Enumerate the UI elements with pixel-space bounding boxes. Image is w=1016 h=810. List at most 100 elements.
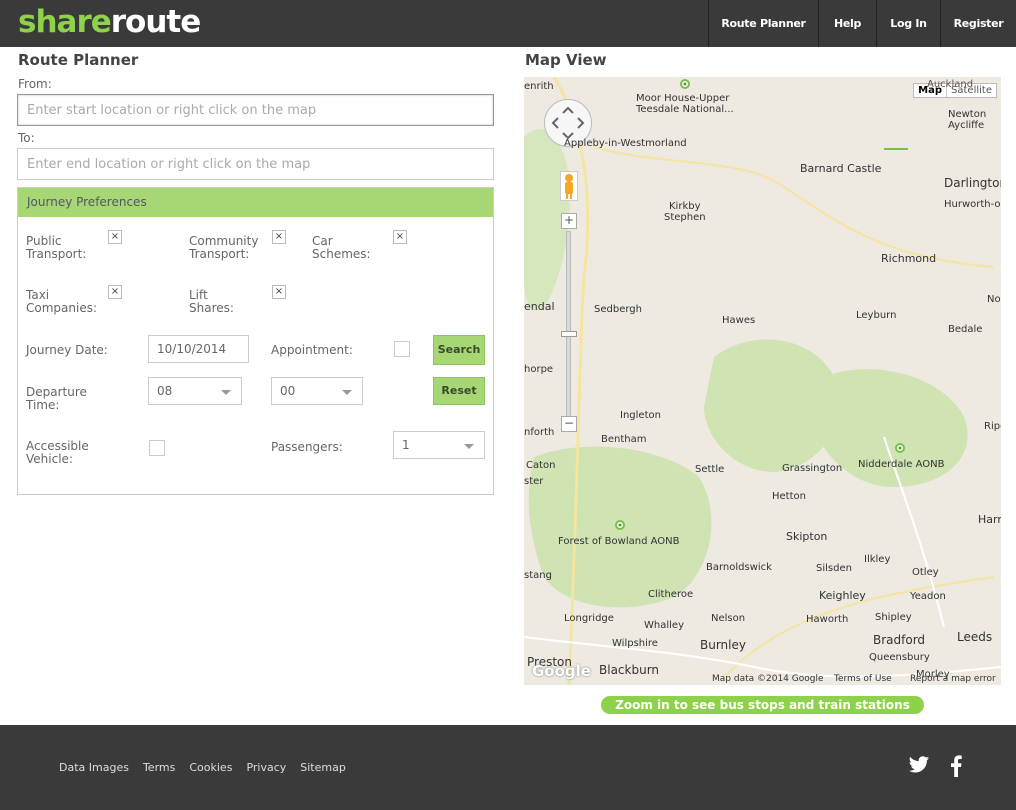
map-label: Kirkby xyxy=(669,201,701,212)
map-label: Bedale xyxy=(948,324,983,335)
route-planner-title: Route Planner xyxy=(18,51,139,69)
departure-minute-select[interactable]: 00 xyxy=(271,377,363,405)
appointment-checkbox[interactable] xyxy=(394,341,410,357)
map-label: Yeadon xyxy=(910,591,946,602)
departure-hour-value: 08 xyxy=(157,384,173,398)
map-label: Nelson xyxy=(711,613,746,624)
map-label: Aycliffe xyxy=(948,120,985,131)
journey-preferences-panel: Journey Preferences Public Transport: × C… xyxy=(17,187,494,495)
map-label: horpe xyxy=(524,364,554,375)
public-transport-label: Public Transport: xyxy=(26,234,87,261)
appointment-label: Appointment: xyxy=(271,343,353,357)
car-schemes-label: Car Schemes: xyxy=(312,234,371,261)
nav-route-planner[interactable]: Route Planner xyxy=(708,0,818,47)
logo-part-route: route xyxy=(110,4,201,40)
map-label: Moor House-Upper xyxy=(636,93,730,104)
poi-marker-icon xyxy=(615,520,625,530)
footer-link-sitemap[interactable]: Sitemap xyxy=(300,761,346,774)
taxi-companies-checkbox[interactable]: × xyxy=(108,285,122,299)
map-label: Silsden xyxy=(816,563,852,574)
logo-part-share: share xyxy=(18,4,112,40)
map-label: ster xyxy=(524,476,544,487)
zoom-track[interactable] xyxy=(566,231,571,417)
zoom-notice: Zoom in to see bus stops and train stati… xyxy=(601,696,924,714)
map-label: Auckland xyxy=(927,79,974,90)
map-label: nforth xyxy=(524,427,555,438)
footer-link-privacy[interactable]: Privacy xyxy=(246,761,286,774)
map-label: Ilkley xyxy=(864,554,891,565)
map-label: Keighley xyxy=(819,589,866,602)
map-label: Ripon xyxy=(984,421,1001,432)
journey-date-input[interactable]: 10/10/2014 xyxy=(148,335,249,363)
facebook-icon[interactable] xyxy=(950,755,962,777)
map-label: endal xyxy=(524,300,555,313)
map-label: Appleby-in-Westmorland xyxy=(564,138,687,149)
nav-register[interactable]: Register xyxy=(940,0,1016,47)
map-label: Barnard Castle xyxy=(800,162,882,175)
twitter-icon[interactable] xyxy=(908,755,930,775)
from-placeholder: Enter start location or right click on t… xyxy=(27,102,317,118)
passengers-value: 1 xyxy=(402,438,410,452)
accessible-vehicle-label: Accessible Vehicle: xyxy=(26,439,89,466)
departure-hour-select[interactable]: 08 xyxy=(148,377,242,405)
map-view-title: Map View xyxy=(525,51,607,69)
map-label: Blackburn xyxy=(599,663,660,677)
map-label: No xyxy=(987,294,1001,305)
zoom-control: + − xyxy=(561,213,577,439)
map-label: Hawes xyxy=(722,315,756,326)
to-label: To: xyxy=(18,131,35,145)
community-transport-checkbox[interactable]: × xyxy=(272,230,286,244)
lift-shares-checkbox[interactable]: × xyxy=(272,285,286,299)
footer-links: Data Images Terms Cookies Privacy Sitema… xyxy=(59,761,360,774)
map-label: Bentham xyxy=(601,434,647,445)
zoom-slider-handle[interactable] xyxy=(561,331,577,337)
map-terms-link[interactable]: Terms of Use xyxy=(834,674,892,684)
zoom-out-button[interactable]: − xyxy=(561,416,577,432)
map-label: Hetton xyxy=(772,491,806,502)
nav-login[interactable]: Log In xyxy=(876,0,940,47)
map-label: Settle xyxy=(695,464,725,475)
reset-button[interactable]: Reset xyxy=(433,377,485,405)
taxi-companies-label: Taxi Companies: xyxy=(26,288,97,315)
nav-help[interactable]: Help xyxy=(818,0,876,47)
site-footer: Data Images Terms Cookies Privacy Sitema… xyxy=(0,725,1016,810)
from-label: From: xyxy=(18,77,52,91)
map-label: Caton xyxy=(526,460,556,471)
map-label: Hurworth-on xyxy=(944,199,1001,210)
map-label: Burnley xyxy=(700,638,746,652)
map-label: Whalley xyxy=(644,620,684,631)
zoom-in-button[interactable]: + xyxy=(561,213,577,229)
departure-time-label: Departure Time: xyxy=(26,385,87,412)
street-view-pegman-icon[interactable] xyxy=(560,171,578,201)
journey-preferences-header: Journey Preferences xyxy=(18,188,493,217)
chevron-down-icon xyxy=(342,390,352,395)
map-label: Nidderdale AONB xyxy=(858,459,945,470)
from-input[interactable]: Enter start location or right click on t… xyxy=(17,94,494,126)
map-label: enrith xyxy=(524,81,554,92)
car-schemes-checkbox[interactable]: × xyxy=(393,230,407,244)
footer-link-data-images[interactable]: Data Images xyxy=(59,761,129,774)
map-label: Leyburn xyxy=(856,310,897,321)
map-canvas[interactable]: Map Satellite + − Moor House-Upper Teesd… xyxy=(524,77,1001,685)
map-label: Harrogate xyxy=(978,513,1001,526)
map-label: Darlington xyxy=(944,176,1001,190)
google-logo: Google xyxy=(532,662,591,680)
map-label: Haworth xyxy=(806,614,849,625)
footer-link-cookies[interactable]: Cookies xyxy=(189,761,232,774)
map-label: Forest of Bowland AONB xyxy=(558,536,680,547)
map-label: Leeds xyxy=(957,630,993,644)
passengers-select[interactable]: 1 xyxy=(393,431,485,459)
search-button[interactable]: Search xyxy=(433,335,485,365)
footer-link-terms[interactable]: Terms xyxy=(143,761,175,774)
map-label: Skipton xyxy=(786,530,828,543)
map-label: Bradford xyxy=(873,633,926,647)
map-label: Grassington xyxy=(782,463,843,474)
poi-marker-icon xyxy=(680,79,690,89)
map-label: Newton xyxy=(948,109,987,120)
site-logo[interactable]: shareroute xyxy=(18,4,201,40)
chevron-down-icon xyxy=(464,444,474,449)
map-report-error-link[interactable]: Report a map error xyxy=(910,674,996,684)
public-transport-checkbox[interactable]: × xyxy=(108,230,122,244)
to-input[interactable]: Enter end location or right click on the… xyxy=(17,148,494,180)
accessible-vehicle-checkbox[interactable] xyxy=(149,440,165,456)
